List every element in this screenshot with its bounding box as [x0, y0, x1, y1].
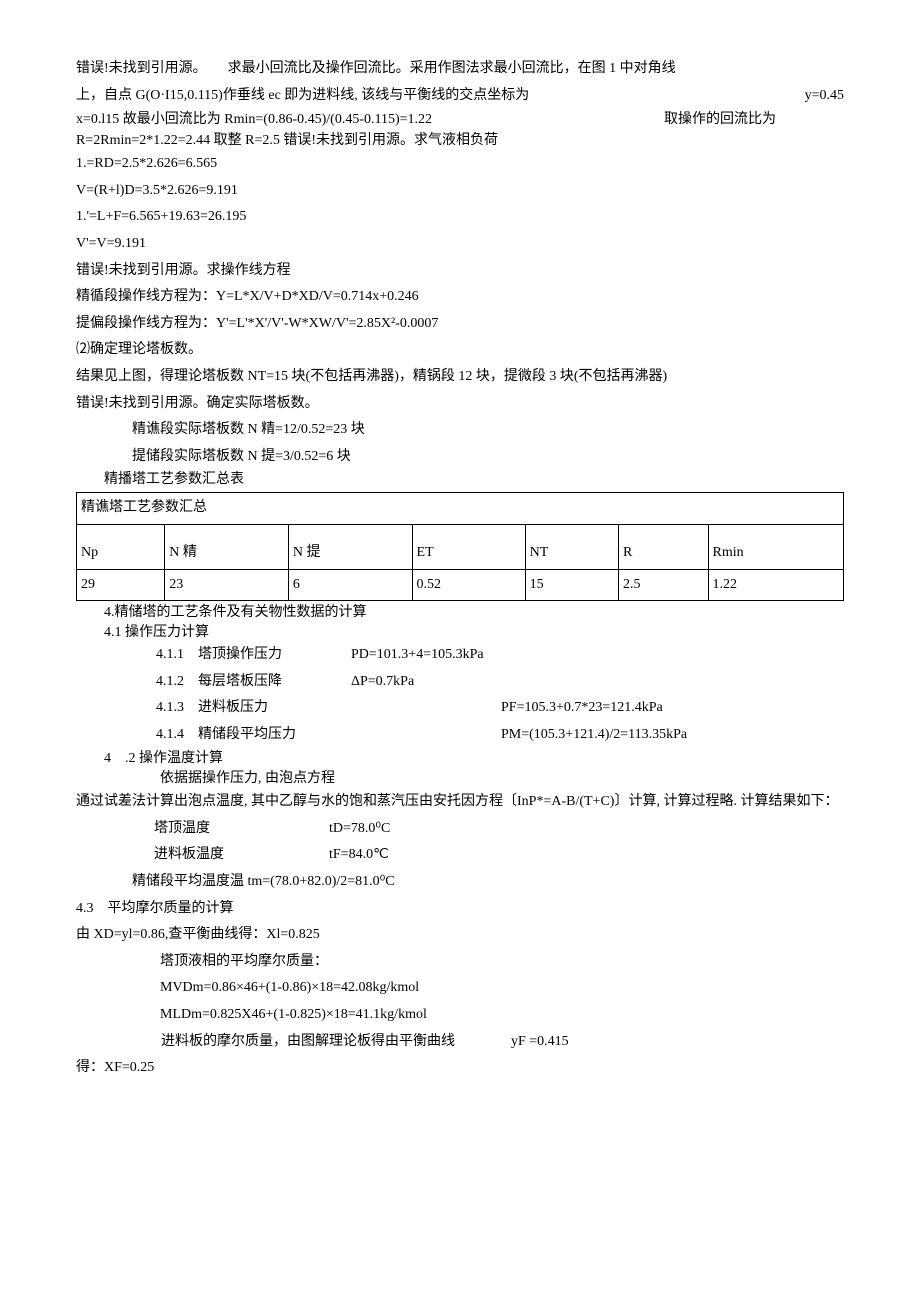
row: 4.1.4 精储段平均压力 PM=(105.3+121.4)/2=113.35k… [76, 722, 844, 749]
cell-header: R [619, 524, 708, 569]
para: 精储段平均温度温 tm=(78.0+82.0)/2=81.0⁰C [76, 869, 844, 896]
row: 4.1.1 塔顶操作压力 PD=101.3+4=105.3kPa [76, 642, 844, 669]
label: 进料板温度 [154, 842, 329, 869]
value: yF =0.415 [511, 1029, 569, 1056]
value: tD=78.0⁰C [329, 816, 390, 843]
text: 上，自点 G(O·I15,0.115)作垂线 ec 即为进料线, 该线与平衡线的… [76, 83, 529, 110]
para: 塔顶液相的平均摩尔质量： [76, 949, 844, 976]
para: 错误!未找到引用源。 求最小回流比及操作回流比。采用作图法求最小回流比，在图 1… [76, 56, 844, 83]
value: tF=84.0℃ [329, 842, 389, 869]
heading: 4.1 操作压力计算 [76, 623, 844, 643]
label: 4.1.1 塔顶操作压力 [156, 642, 351, 669]
para: ⑵确定理论塔板数。 [76, 337, 844, 364]
table-caption: 精播塔工艺参数汇总表 [76, 470, 844, 490]
table-title: 精谯塔工艺参数汇总 [77, 492, 844, 524]
cell-header: N 精 [165, 524, 289, 569]
heading: 4 .2 操作温度计算 [76, 749, 844, 769]
cell-value: 1.22 [708, 569, 844, 601]
text: y=0.45 [805, 83, 844, 110]
para: 精循段操作线方程为：Y=L*X/V+D*XD/V=0.714x+0.246 [76, 284, 844, 311]
para: R=2Rmin=2*1.22=2.44 取整 R=2.5 错误!未找到引用源。求… [76, 130, 844, 151]
para: x=0.l15 故最小回流比为 Rmin=(0.86-0.45)/(0.45-0… [76, 109, 844, 130]
para: 提偏段操作线方程为：Y'=L'*X'/V'-W*XW/V'=2.85X²-0.0… [76, 311, 844, 338]
row: 4.1.2 每层塔板压降 ΔP=0.7kPa [76, 669, 844, 696]
heading: 4.精储塔的工艺条件及有关物性数据的计算 [76, 603, 844, 623]
cell-value: 15 [525, 569, 618, 601]
cell-value: 6 [288, 569, 412, 601]
cell-value: 2.5 [619, 569, 708, 601]
para: 通过试差法计算出泡点温度, 其中乙醇与水的饱和蒸汽压由安托因方程〔InP*=A-… [76, 789, 844, 816]
para: MVDm=0.86×46+(1-0.86)×18=42.08kg/kmol [76, 975, 844, 1002]
cell-header: Np [77, 524, 165, 569]
para: MLDm=0.825X46+(1-0.825)×18=41.1kg/kmol [76, 1002, 844, 1029]
cell-header: Rmin [708, 524, 844, 569]
label: 4.1.3 进料板压力 [156, 695, 501, 722]
params-table: 精谯塔工艺参数汇总 Np N 精 N 提 ET NT R Rmin 29 23 … [76, 492, 844, 601]
row: 进料板温度 tF=84.0℃ [76, 842, 844, 869]
para: 上，自点 G(O·I15,0.115)作垂线 ec 即为进料线, 该线与平衡线的… [76, 83, 844, 110]
para: 1.=RD=2.5*2.626=6.565 [76, 151, 844, 178]
row: 进料板的摩尔质量，由图解理论板得由平衡曲线 yF =0.415 [76, 1029, 844, 1056]
label: 4.1.4 精储段平均压力 [156, 722, 501, 749]
para: 依据据操作压力, 由泡点方程 [76, 768, 844, 789]
para: V=(R+l)D=3.5*2.626=9.191 [76, 178, 844, 205]
para: 错误!未找到引用源。确定实际塔板数。 [76, 391, 844, 418]
value: PF=105.3+0.7*23=121.4kPa [501, 695, 663, 722]
row: 塔顶温度 tD=78.0⁰C [76, 816, 844, 843]
text: x=0.l15 故最小回流比为 Rmin=(0.86-0.45)/(0.45-0… [76, 109, 506, 130]
cell-value: 29 [77, 569, 165, 601]
label: 进料板的摩尔质量，由图解理论板得由平衡曲线 [161, 1029, 511, 1056]
para: 结果见上图，得理论塔板数 NT=15 块(不包括再沸器)，精锅段 12 块，提微… [76, 364, 844, 391]
para: 由 XD=yl=0.86,查平衡曲线得：Xl=0.825 [76, 922, 844, 949]
value: PD=101.3+4=105.3kPa [351, 642, 484, 669]
para: 提储段实际塔板数 N 提=3/0.52=6 块 [76, 444, 844, 471]
para: 错误!未找到引用源。求操作线方程 [76, 258, 844, 285]
value: PM=(105.3+121.4)/2=113.35kPa [501, 722, 687, 749]
para: 得：XF=0.25 [76, 1055, 844, 1082]
text: 取操作的回流比为 [664, 109, 844, 130]
cell-value: 23 [165, 569, 289, 601]
cell-header: NT [525, 524, 618, 569]
cell-header: N 提 [288, 524, 412, 569]
para: 1.'=L+F=6.565+19.63=26.195 [76, 204, 844, 231]
para: V'=V=9.191 [76, 231, 844, 258]
cell-header: ET [412, 524, 525, 569]
cell-value: 0.52 [412, 569, 525, 601]
heading: 4.3 平均摩尔质量的计算 [76, 896, 844, 923]
value: ΔP=0.7kPa [351, 669, 414, 696]
row: 4.1.3 进料板压力 PF=105.3+0.7*23=121.4kPa [76, 695, 844, 722]
label: 塔顶温度 [154, 816, 329, 843]
para: 精谯段实际塔板数 N 精=12/0.52=23 块 [76, 417, 844, 444]
label: 4.1.2 每层塔板压降 [156, 669, 351, 696]
